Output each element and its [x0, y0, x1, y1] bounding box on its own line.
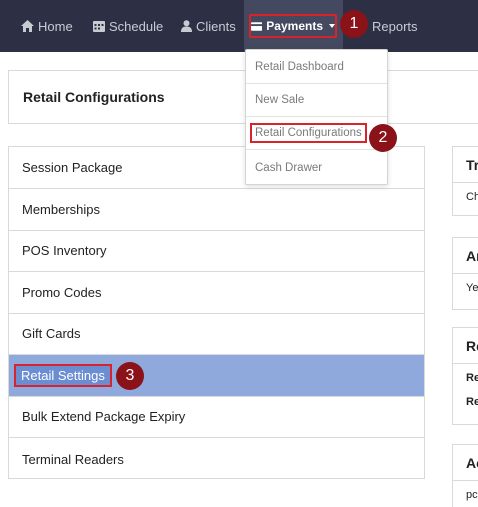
step-badge-3: 3: [116, 362, 144, 390]
list-item-label: Retail Settings: [14, 364, 112, 387]
list-item-terminal-readers[interactable]: Terminal Readers: [9, 438, 424, 480]
right-panel-title: Tr: [453, 147, 478, 183]
list-item-label: Promo Codes: [22, 285, 102, 300]
menu-item-label: Cash Drawer: [255, 161, 323, 174]
menu-item-label: Retail Dashboard: [255, 61, 344, 73]
list-item-label: Terminal Readers: [22, 451, 124, 467]
right-panel-text: Re: [466, 372, 478, 384]
right-panel-1: Tr Ch: [452, 146, 478, 216]
menu-item-label: New Sale: [255, 94, 305, 106]
credit-card-icon: [251, 21, 263, 31]
list-item-label: Bulk Extend Package Expiry: [22, 409, 186, 424]
list-item-pos-inventory[interactable]: POS Inventory: [9, 230, 424, 272]
nav-home-label: Home: [38, 18, 73, 34]
menu-item-cash-drawer[interactable]: Cash Drawer: [246, 151, 387, 184]
right-panel-title: Ar: [453, 238, 478, 274]
menu-item-retail-dashboard[interactable]: Retail Dashboard: [246, 51, 387, 84]
menu-item-new-sale[interactable]: New Sale: [246, 84, 387, 117]
nav-payments-label: Payments: [266, 19, 323, 33]
list-item-promo-codes[interactable]: Promo Codes: [9, 272, 424, 314]
list-item-retail-settings[interactable]: Retail Settings: [9, 355, 424, 397]
menu-item-label: Retail Configurations: [250, 123, 367, 143]
nav-schedule[interactable]: Schedule: [93, 0, 163, 52]
top-navbar: Home Schedule Clients Payments Reports: [0, 0, 478, 52]
step-badge-2: 2: [369, 124, 397, 152]
right-panel-2: Ar Ye: [452, 237, 478, 310]
right-panel-3: Re Re Re: [452, 327, 478, 425]
list-item-label: POS Inventory: [22, 243, 107, 258]
config-list: Session Package Memberships POS Inventor…: [8, 146, 425, 479]
chevron-down-icon: [329, 24, 335, 28]
nav-schedule-label: Schedule: [109, 18, 164, 34]
payments-dropdown-menu: Retail Dashboard New Sale Retail Configu…: [245, 49, 388, 185]
list-item-memberships[interactable]: Memberships: [9, 189, 424, 231]
nav-payments[interactable]: Payments: [249, 14, 337, 38]
user-icon: [181, 20, 192, 32]
list-item-label: Gift Cards: [22, 326, 81, 341]
nav-reports-label: Reports: [372, 18, 418, 34]
list-item-gift-cards[interactable]: Gift Cards: [9, 313, 424, 355]
menu-item-retail-configurations[interactable]: Retail Configurations: [246, 117, 387, 150]
right-panel-text: Ye: [466, 282, 478, 294]
right-panel-text: Re: [466, 396, 478, 408]
list-item-label: Session Package: [22, 160, 123, 175]
right-panel-title: Re: [453, 328, 478, 364]
home-icon: [21, 20, 34, 32]
list-item-label: Memberships: [22, 202, 101, 217]
step-badge-1: 1: [340, 10, 368, 38]
right-panel-4: Ac pc: [452, 444, 478, 507]
right-panel-text: Ch: [466, 191, 478, 203]
nav-clients-label: Clients: [196, 18, 236, 34]
calendar-icon: [93, 21, 105, 32]
right-panel-text: pc: [466, 489, 478, 501]
right-panel-title: Ac: [453, 445, 478, 481]
page-title: Retail Configurations: [23, 89, 165, 105]
list-item-bulk-extend[interactable]: Bulk Extend Package Expiry: [9, 396, 424, 438]
nav-clients[interactable]: Clients: [181, 0, 236, 52]
nav-home[interactable]: Home: [21, 0, 73, 52]
page-header-card: Retail Configurations: [8, 70, 478, 124]
nav-reports[interactable]: Reports: [372, 0, 418, 52]
